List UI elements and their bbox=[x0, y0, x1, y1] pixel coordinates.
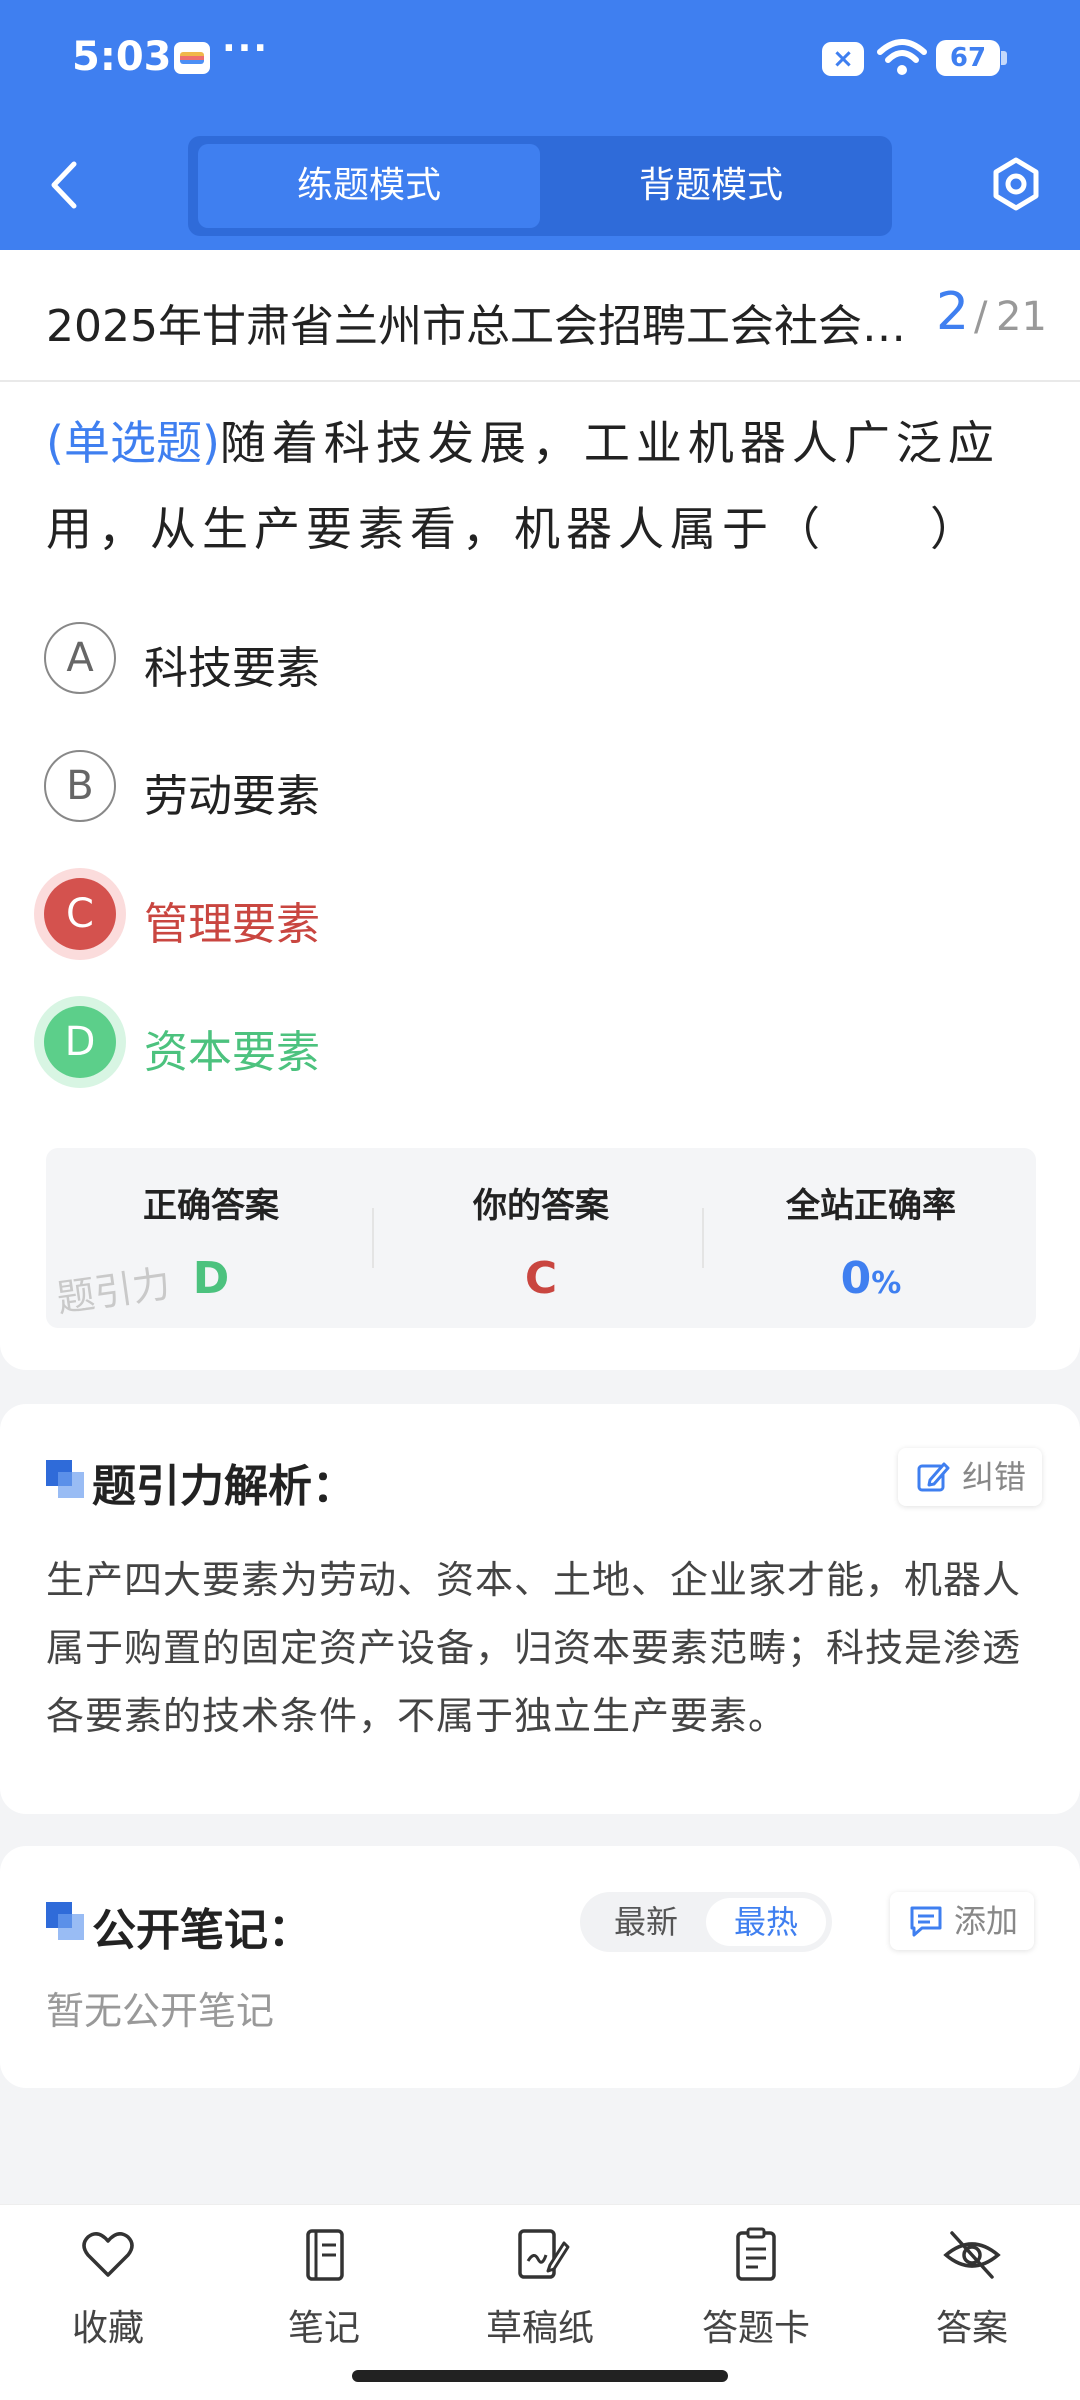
draft-paper-label: 草稿纸 bbox=[485, 2308, 594, 2349]
draft-icon bbox=[518, 2229, 570, 2279]
edit-icon bbox=[917, 1462, 950, 1492]
accuracy-rate-block: 全站正确率 0% bbox=[706, 1178, 1036, 1304]
heart-icon bbox=[82, 2232, 134, 2277]
option-b[interactable]: B 劳动要素 bbox=[44, 740, 744, 830]
divider bbox=[702, 1208, 704, 1268]
answer-sheet-label: 答题卡 bbox=[701, 2308, 810, 2349]
tab-memorize-mode[interactable]: 背题模式 bbox=[540, 144, 882, 228]
option-d[interactable]: D 资本要素 bbox=[44, 996, 744, 1086]
option-c[interactable]: C 管理要素 bbox=[44, 868, 744, 958]
sort-hot-button[interactable]: 最热 bbox=[706, 1898, 826, 1946]
analysis-title: 题引力解析： bbox=[92, 1461, 356, 1512]
option-letter: A bbox=[44, 622, 116, 694]
question-current-number: 2 bbox=[936, 282, 970, 342]
section-marker-icon bbox=[46, 1902, 84, 1940]
public-notes-card bbox=[0, 1846, 1080, 2088]
battery-icon: 67 bbox=[936, 40, 1007, 76]
analysis-text: 生产四大要素为劳动、资本、土地、企业家才能，机器人属于购置的固定资产设备，归资本… bbox=[46, 1558, 1022, 1738]
divider bbox=[0, 380, 1080, 382]
app-header: 5:03 ··· × 67 练题模式 背题模式 bbox=[0, 0, 1080, 250]
report-error-button[interactable]: 纠错 bbox=[898, 1448, 1043, 1506]
question-number-separator: / bbox=[974, 294, 988, 340]
exam-title: 2025年甘肃省兰州市总工会招聘工会社会工作者笔试 bbox=[46, 301, 926, 352]
favorite-label: 收藏 bbox=[71, 2308, 144, 2349]
wifi-icon bbox=[877, 39, 927, 75]
option-a[interactable]: A 科技要素 bbox=[44, 612, 744, 702]
report-error-label: 纠错 bbox=[962, 1458, 1027, 1496]
wallet-icon bbox=[174, 42, 210, 74]
more-notifications-icon: ··· bbox=[222, 28, 270, 69]
accuracy-rate-label: 全站正确率 bbox=[786, 1186, 956, 1226]
accuracy-rate-value: 0% bbox=[706, 1253, 1036, 1304]
answer-sheet-button[interactable]: 答题卡 bbox=[676, 2225, 836, 2351]
question-type: (单选题) bbox=[46, 416, 220, 470]
comment-icon bbox=[910, 1906, 942, 1937]
notes-sort-toggle: 最新 最热 bbox=[580, 1892, 832, 1952]
home-indicator[interactable] bbox=[352, 2370, 728, 2382]
status-bar: 5:03 ··· × 67 bbox=[0, 0, 1080, 120]
empty-notes-text: 暂无公开笔记 bbox=[46, 1989, 275, 2033]
your-answer-value: C bbox=[524, 1253, 558, 1304]
favorite-button[interactable]: 收藏 bbox=[28, 2225, 188, 2351]
question-total: 21 bbox=[996, 294, 1047, 340]
accuracy-rate-number: 0 bbox=[840, 1253, 872, 1304]
back-arrow-icon[interactable] bbox=[44, 158, 84, 212]
mode-switch: 练题模式 背题模式 bbox=[188, 136, 892, 236]
section-marker-icon bbox=[46, 1460, 84, 1498]
settings-icon[interactable] bbox=[990, 156, 1042, 212]
add-note-label: 添加 bbox=[954, 1902, 1019, 1940]
option-text: 管理要素 bbox=[144, 899, 320, 950]
notes-label: 笔记 bbox=[287, 2308, 360, 2349]
notebook-icon bbox=[306, 2229, 344, 2281]
answer-sheet-icon bbox=[736, 2227, 776, 2281]
sort-latest-button[interactable]: 最新 bbox=[586, 1898, 706, 1946]
option-text: 劳动要素 bbox=[144, 771, 320, 822]
option-letter: C bbox=[44, 878, 116, 950]
notes-title: 公开笔记： bbox=[92, 1905, 312, 1956]
status-time: 5:03 bbox=[72, 34, 172, 80]
accuracy-rate-unit: % bbox=[871, 1266, 902, 1301]
notes-button[interactable]: 笔记 bbox=[244, 2225, 404, 2351]
your-answer-label: 你的答案 bbox=[473, 1186, 609, 1226]
option-text: 科技要素 bbox=[144, 643, 320, 694]
option-letter: D bbox=[44, 1006, 116, 1078]
mute-indicator-icon: × bbox=[822, 42, 864, 76]
option-letter: B bbox=[44, 750, 116, 822]
draft-paper-button[interactable]: 草稿纸 bbox=[460, 2225, 620, 2351]
show-answer-label: 答案 bbox=[935, 2308, 1008, 2349]
answer-summary: 正确答案 D 你的答案 C 全站正确率 0% 题引力 bbox=[46, 1148, 1036, 1328]
tab-practice-mode[interactable]: 练题模式 bbox=[198, 144, 540, 228]
eye-off-icon bbox=[943, 2231, 1001, 2279]
divider bbox=[372, 1208, 374, 1268]
option-text: 资本要素 bbox=[144, 1027, 320, 1078]
correct-answer-label: 正确答案 bbox=[143, 1186, 279, 1226]
add-note-button[interactable]: 添加 bbox=[890, 1892, 1035, 1950]
your-answer-block: 你的答案 C bbox=[376, 1178, 706, 1304]
show-answer-button[interactable]: 答案 bbox=[892, 2225, 1052, 2351]
question-text: (单选题)随着科技发展，工业机器人广泛应用，从生产要素看，机器人属于（ ） bbox=[46, 400, 1036, 572]
